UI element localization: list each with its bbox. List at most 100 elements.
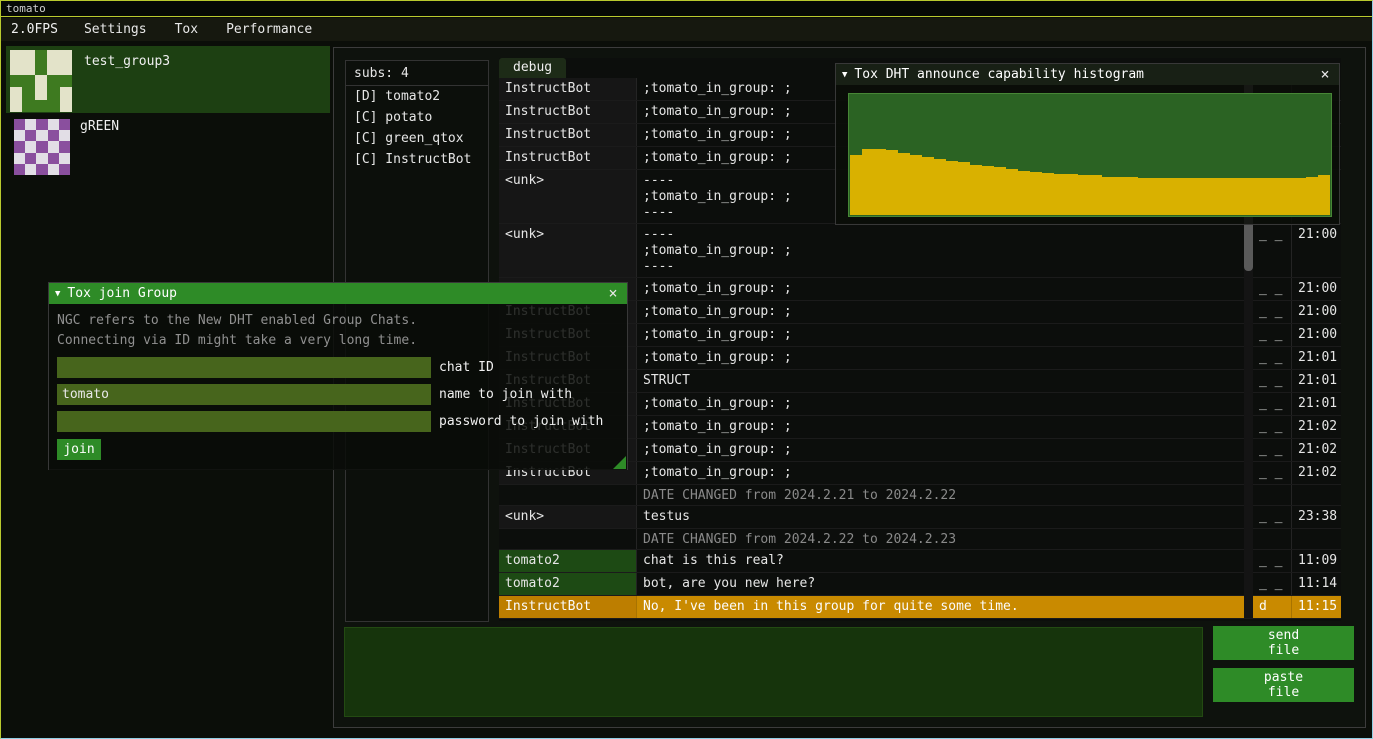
avatar-pixel (48, 119, 59, 130)
cell-marks: _ _ (1253, 506, 1292, 528)
avatar-pixel (60, 100, 72, 112)
message-row[interactable]: InstructBotNo, I've been in this group f… (499, 596, 1341, 619)
join-input-password-to-join-with[interactable] (57, 411, 431, 432)
avatar-pixel (47, 100, 59, 112)
cell-marks: _ _ (1253, 324, 1292, 346)
dht-histogram-title: Tox DHT announce capability histogram (854, 67, 1317, 82)
histogram-bar (886, 150, 898, 215)
cell-time: 21:00 (1292, 324, 1341, 346)
close-icon[interactable]: × (605, 286, 621, 301)
join-button[interactable]: join (57, 439, 101, 460)
avatar-pixel (25, 153, 36, 164)
peer-list-item[interactable]: [C] green_qtox (346, 128, 488, 149)
histogram-bar (1282, 178, 1294, 215)
cell-marks: _ _ (1253, 393, 1292, 415)
cell-msg: ;tomato_in_group: ; (637, 439, 1253, 461)
cell-marks: _ _ (1253, 573, 1292, 595)
histogram-bar (1174, 178, 1186, 215)
cell-name (499, 485, 637, 505)
cell-time: 21:02 (1292, 462, 1341, 484)
peer-list-item[interactable]: [C] InstructBot (346, 149, 488, 170)
avatar-pixel (59, 130, 70, 141)
histogram-bar (1126, 177, 1138, 215)
cell-marks: _ _ (1253, 550, 1292, 572)
histogram-bar (1306, 177, 1318, 215)
avatar-pixel (36, 164, 47, 175)
histogram-bar (1006, 169, 1018, 215)
avatar-pixel (25, 119, 36, 130)
system-row[interactable]: DATE CHANGED from 2024.2.21 to 2024.2.22 (499, 485, 1341, 506)
cell-msg: ;tomato_in_group: ; (637, 393, 1253, 415)
histogram-bar (1186, 178, 1198, 215)
avatar-pixel (59, 119, 70, 130)
cell-marks: _ _ (1253, 462, 1292, 484)
dht-histogram-window: ▼ Tox DHT announce capability histogram … (835, 63, 1340, 225)
resize-grip[interactable] (613, 456, 626, 469)
histogram-bar (922, 157, 934, 215)
tab-debug[interactable]: debug (499, 58, 566, 78)
histogram-bar (946, 161, 958, 215)
menu-item-performance[interactable]: Performance (212, 22, 326, 37)
message-row[interactable]: <unk>testus_ _23:38 (499, 506, 1341, 529)
close-icon[interactable]: × (1317, 67, 1333, 82)
cell-msg: DATE CHANGED from 2024.2.22 to 2024.2.23 (637, 529, 1253, 549)
send-file-button[interactable]: sendfile (1213, 626, 1354, 660)
collapse-arrow-icon[interactable]: ▼ (842, 70, 847, 80)
join-field-label: chat ID (439, 360, 494, 375)
peer-list-item[interactable]: [D] tomato2 (346, 86, 488, 107)
contact-avatar (10, 50, 72, 112)
avatar-pixel (59, 141, 70, 152)
join-field-row: chat ID (57, 357, 619, 378)
avatar-pixel (10, 75, 22, 87)
send-file-label-line2: file (1268, 643, 1299, 658)
histogram-bar (1150, 178, 1162, 215)
cell-time: 21:01 (1292, 347, 1341, 369)
join-input-chat-ID[interactable] (57, 357, 431, 378)
collapse-arrow-icon[interactable]: ▼ (55, 289, 60, 299)
avatar-pixel (25, 164, 36, 175)
cell-msg: bot, are you new here? (637, 573, 1253, 595)
menu-item-settings[interactable]: Settings (70, 22, 161, 37)
avatar-pixel (47, 87, 59, 99)
cell-msg: ;tomato_in_group: ; (637, 462, 1253, 484)
contact-item[interactable]: gREEN (6, 119, 330, 175)
ngc-info-line-2: Connecting via ID might take a very long… (57, 331, 619, 351)
cell-marks (1253, 529, 1292, 549)
cell-marks: _ _ (1253, 439, 1292, 461)
dht-histogram-titlebar[interactable]: ▼ Tox DHT announce capability histogram … (836, 64, 1339, 85)
join-group-title: Tox join Group (67, 286, 605, 301)
system-row[interactable]: DATE CHANGED from 2024.2.22 to 2024.2.23 (499, 529, 1341, 550)
message-row[interactable]: tomato2bot, are you new here?_ _11:14 (499, 573, 1341, 596)
cell-name: InstructBot (499, 596, 637, 618)
join-group-titlebar[interactable]: ▼ Tox join Group × (49, 283, 627, 304)
histogram-bar (850, 155, 862, 215)
cell-name: InstructBot (499, 101, 637, 123)
message-input[interactable] (344, 627, 1203, 717)
histogram-bar (874, 149, 886, 215)
contact-avatar (14, 119, 70, 175)
join-input-name-to-join-with[interactable] (57, 384, 431, 405)
cell-name: InstructBot (499, 147, 637, 169)
cell-msg: ---- ;tomato_in_group: ; ---- (637, 224, 1253, 277)
avatar-pixel (59, 164, 70, 175)
avatar-pixel (10, 62, 22, 74)
join-field-row: name to join with (57, 384, 619, 405)
cell-time (1292, 485, 1341, 505)
message-row[interactable]: tomato2chat is this real?_ _11:09 (499, 550, 1341, 573)
join-group-dialog: ▼ Tox join Group × NGC refers to the New… (48, 282, 628, 470)
paste-file-button[interactable]: pastefile (1213, 668, 1354, 702)
contact-item[interactable]: test_group3 (6, 46, 330, 113)
send-file-label-line1: send (1268, 628, 1299, 643)
contact-name: test_group3 (84, 54, 170, 69)
message-row[interactable]: <unk>---- ;tomato_in_group: ; ----_ _21:… (499, 224, 1341, 278)
avatar-pixel (60, 87, 72, 99)
histogram-bar (1066, 174, 1078, 215)
peer-list-item[interactable]: [C] potato (346, 107, 488, 128)
histogram-bar (1042, 173, 1054, 215)
histogram-bar (898, 153, 910, 215)
cell-marks: _ _ (1253, 416, 1292, 438)
histogram-bar (1318, 175, 1330, 215)
cell-msg: ;tomato_in_group: ; (637, 301, 1253, 323)
menu-item-tox[interactable]: Tox (161, 22, 212, 37)
histogram-bar (1294, 178, 1306, 215)
